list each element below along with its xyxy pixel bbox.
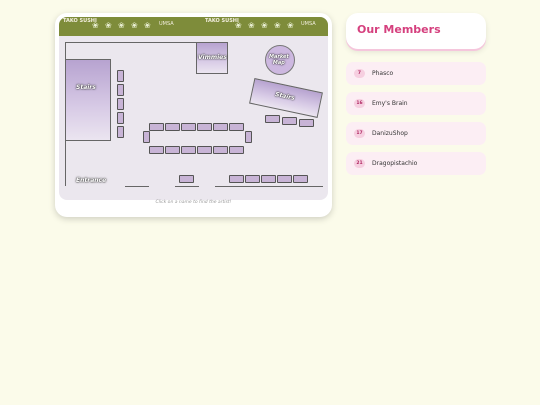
stairs-left-area (65, 59, 111, 141)
floor-map: TAKO SUSHI ❀ ❀ ❀ ❀ ❀ UMSA TAKO SUSHI ❀ ❀… (59, 17, 328, 200)
booth[interactable] (245, 175, 260, 183)
member-item[interactable]: 17 DanizuShop (346, 122, 486, 145)
flower-icon: ❀ (131, 21, 138, 30)
booth[interactable] (181, 123, 196, 131)
flower-icon: ❀ (261, 21, 268, 30)
members-header: Our Members (346, 13, 486, 49)
booth[interactable] (229, 175, 244, 183)
booth[interactable] (117, 112, 124, 124)
booth[interactable] (213, 146, 228, 154)
booth[interactable] (181, 146, 196, 154)
map-wall (215, 186, 323, 187)
booth[interactable] (117, 126, 124, 138)
member-number-badge: 21 (354, 159, 365, 168)
entrance-label: Entrance (76, 177, 107, 184)
booth[interactable] (245, 131, 252, 143)
floor-map-card: TAKO SUSHI ❀ ❀ ❀ ❀ ❀ UMSA TAKO SUSHI ❀ ❀… (55, 13, 332, 217)
booth[interactable] (213, 123, 228, 131)
market-map-label: Market Map (269, 54, 289, 66)
flower-icon: ❀ (118, 21, 125, 30)
banner-logo-right: UMSA (301, 21, 316, 27)
map-wall (125, 186, 149, 187)
banner-title-right: TAKO SUSHI (205, 18, 239, 24)
map-hint: Click on a name to find the artist! (155, 200, 232, 205)
booth[interactable] (143, 131, 150, 143)
member-name: Emy's Brain (372, 100, 408, 107)
map-banner: TAKO SUSHI ❀ ❀ ❀ ❀ ❀ UMSA TAKO SUSHI ❀ ❀… (59, 17, 328, 36)
booth[interactable] (265, 115, 280, 123)
flower-icon: ❀ (144, 21, 151, 30)
flower-icon: ❀ (235, 21, 242, 30)
member-name: Phasco (372, 70, 394, 77)
flower-icon: ❀ (274, 21, 281, 30)
booth[interactable] (261, 175, 276, 183)
booth[interactable] (117, 84, 124, 96)
booth[interactable] (197, 146, 212, 154)
flower-icon: ❀ (287, 21, 294, 30)
booth[interactable] (229, 123, 244, 131)
member-number-badge: 17 (354, 129, 365, 138)
flower-icon: ❀ (92, 21, 99, 30)
map-wall (65, 42, 199, 43)
map-wall (175, 186, 199, 187)
member-name: DanizuShop (372, 130, 408, 137)
booth[interactable] (165, 123, 180, 131)
booth[interactable] (293, 175, 308, 183)
banner-logo-left: UMSA (159, 21, 174, 27)
member-item[interactable]: 7 Phasco (346, 62, 486, 85)
member-number-badge: 7 (354, 69, 365, 78)
booth[interactable] (282, 117, 297, 125)
flower-icon: ❀ (105, 21, 112, 30)
member-number-badge: 16 (354, 99, 365, 108)
member-item[interactable]: 21 Dragopistachio (346, 152, 486, 175)
booth[interactable] (165, 146, 180, 154)
vimmies-label: Vimmies (198, 54, 227, 61)
member-name: Dragopistachio (372, 160, 418, 167)
booth[interactable] (197, 123, 212, 131)
booth[interactable] (149, 146, 164, 154)
member-item[interactable]: 16 Emy's Brain (346, 92, 486, 115)
booth[interactable] (299, 119, 314, 127)
booth[interactable] (149, 123, 164, 131)
booth[interactable] (117, 98, 124, 110)
booth[interactable] (117, 70, 124, 82)
booth[interactable] (229, 146, 244, 154)
booth[interactable] (179, 175, 194, 183)
members-title: Our Members (357, 23, 441, 36)
stairs-left-label: Stairs (76, 84, 96, 91)
flower-icon: ❀ (248, 21, 255, 30)
booth[interactable] (277, 175, 292, 183)
